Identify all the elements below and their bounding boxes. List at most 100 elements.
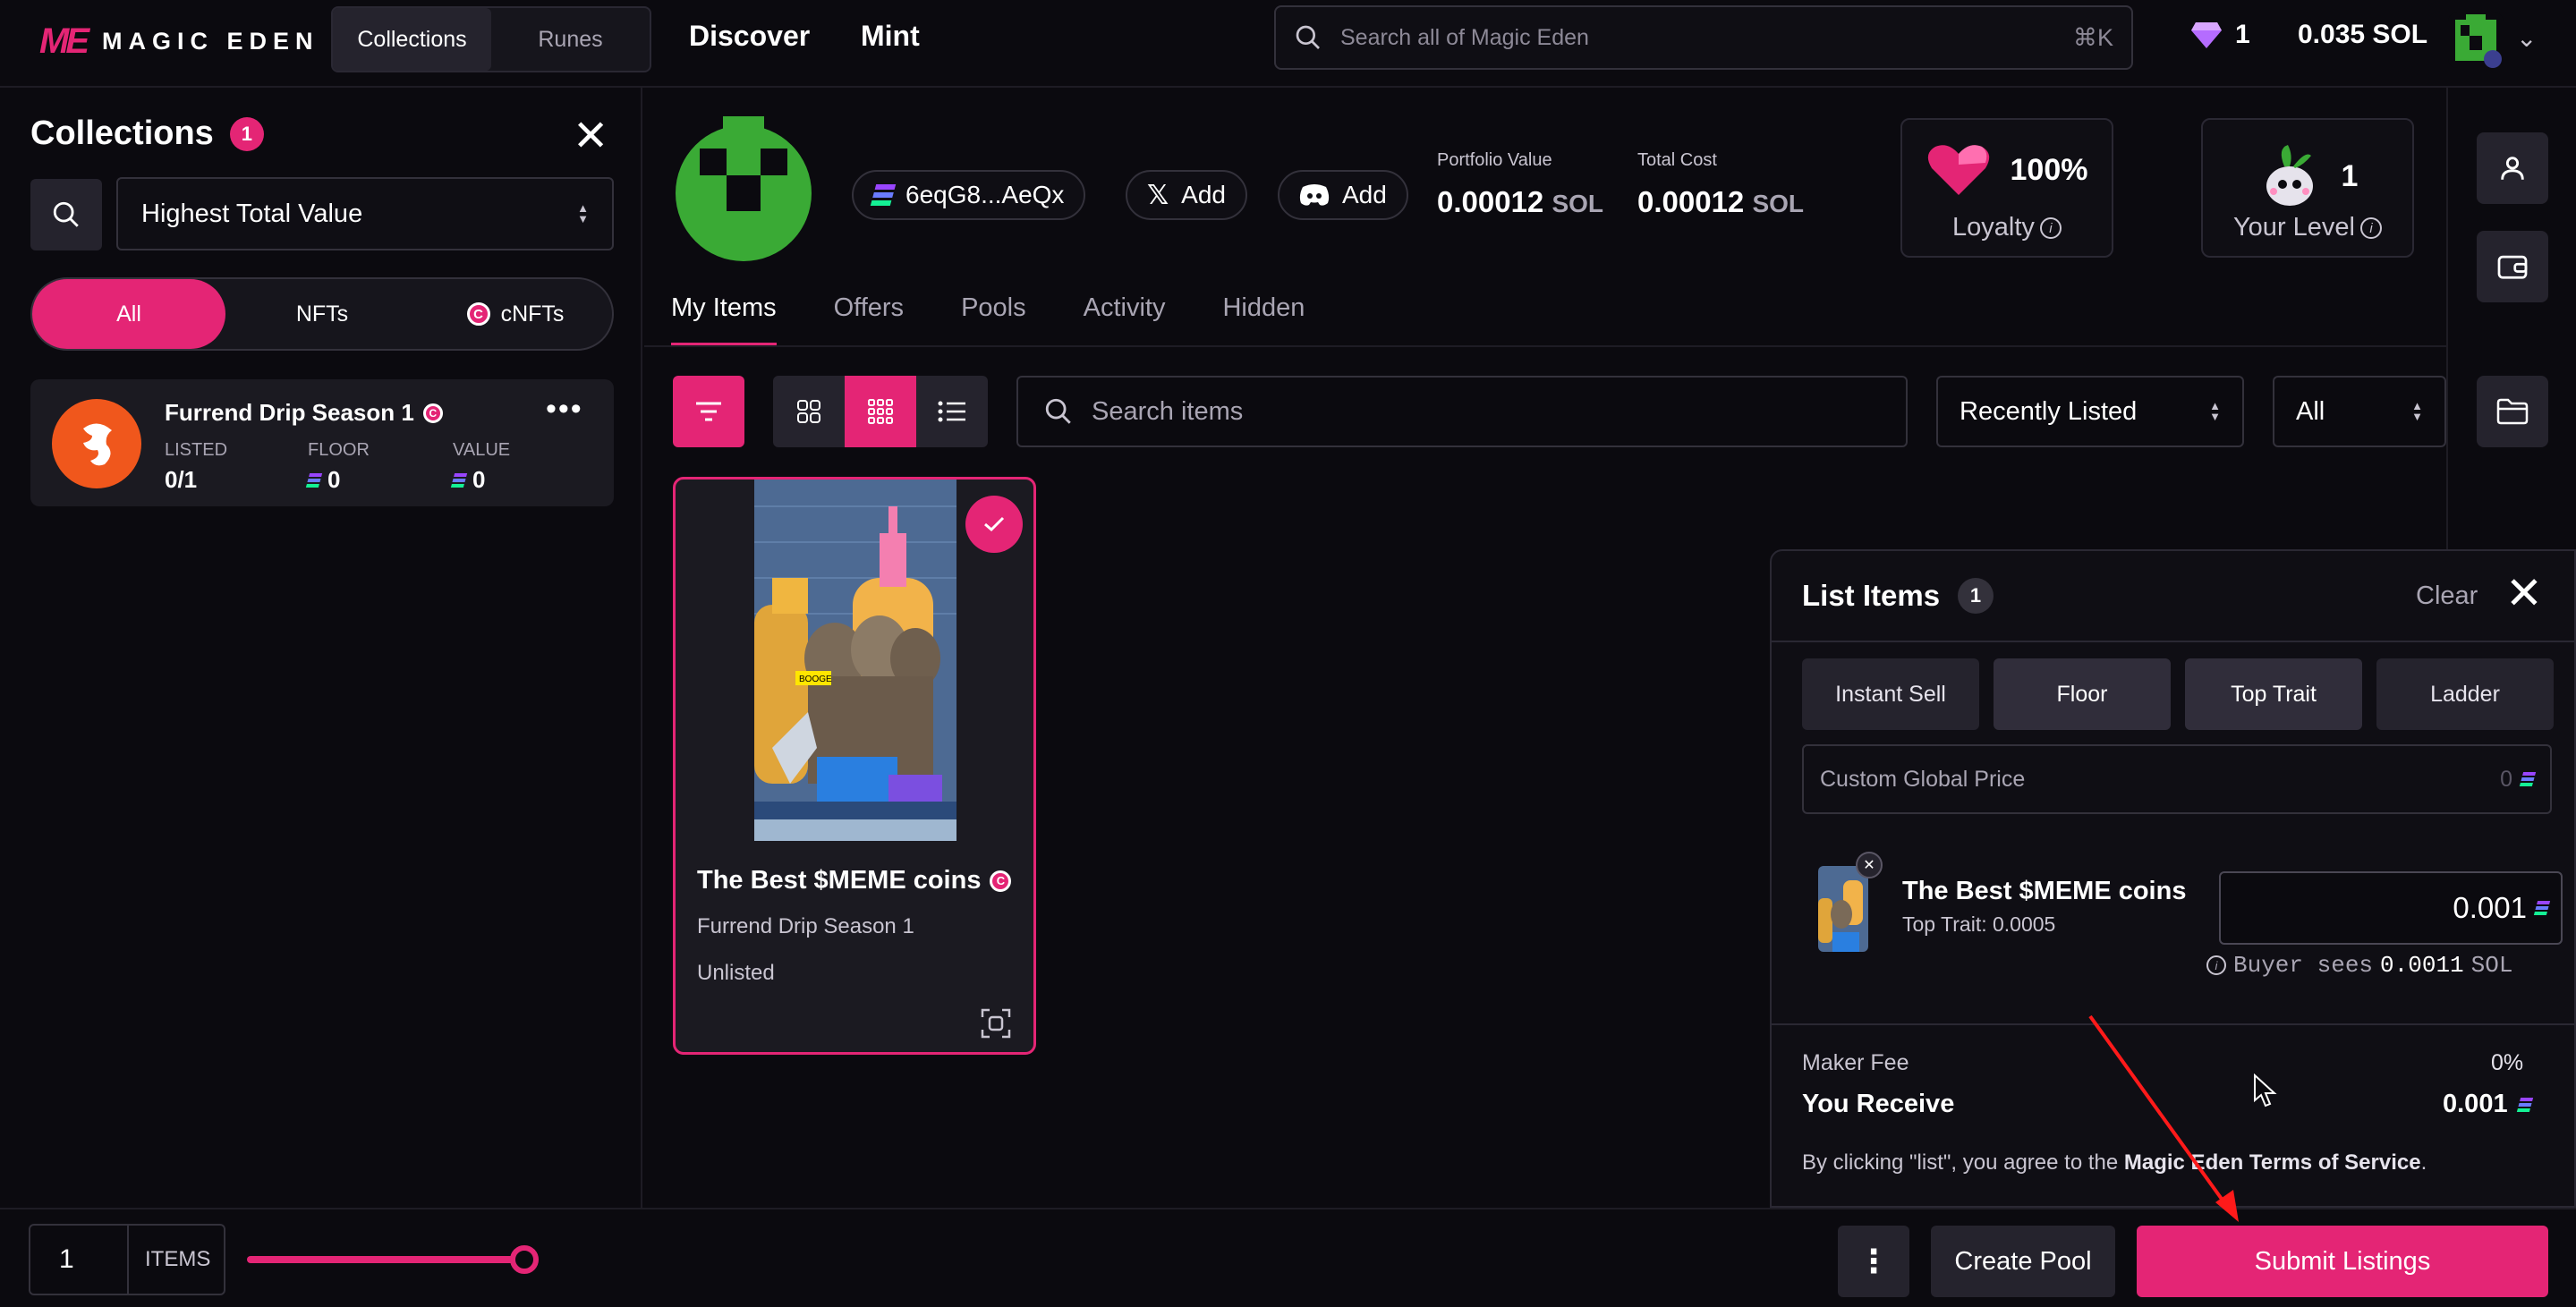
sol-icon — [2533, 901, 2551, 915]
tab-cnfts-label: cNFTs — [500, 301, 565, 327]
create-pool-button[interactable]: Create Pool — [1931, 1226, 2115, 1297]
more-options-icon[interactable]: ••• — [546, 392, 583, 427]
tab-activity[interactable]: Activity — [1084, 293, 1166, 347]
items-label: ITEMS — [145, 1247, 211, 1271]
list-items-header: List Items 1 — [1802, 578, 1994, 614]
search-icon — [1045, 398, 1071, 424]
tab-all[interactable]: All — [32, 279, 225, 349]
view-mode-toggle — [773, 376, 988, 447]
compressed-icon: C — [422, 403, 443, 423]
tab-cnfts[interactable]: CcNFTs — [419, 279, 612, 349]
total-cost-label: Total Cost — [1637, 150, 1717, 170]
selected-check-icon[interactable] — [965, 496, 1023, 553]
items-sort-select[interactable]: Recently Listed ▲ ▼ — [1936, 376, 2244, 447]
stat-listed-value: 0/1 — [165, 466, 198, 493]
items-search-input[interactable] — [1092, 396, 1881, 427]
solana-icon — [870, 184, 897, 206]
info-icon[interactable]: i — [2359, 217, 2382, 240]
add-discord-button[interactable]: Add — [1278, 170, 1408, 220]
stat-value-label: VALUE — [453, 440, 511, 460]
info-icon[interactable]: i — [2206, 955, 2226, 975]
heart-icon — [1927, 145, 1989, 195]
tab-my-items[interactable]: My Items — [671, 293, 777, 347]
collection-sort-select[interactable]: Highest Total Value ▲ ▼ — [116, 177, 614, 250]
switch-collections[interactable]: Collections — [333, 8, 491, 71]
terms-suffix: . — [2420, 1150, 2427, 1175]
tab-offers[interactable]: Offers — [834, 293, 904, 347]
custom-global-price-label: Custom Global Price — [1820, 766, 2026, 792]
tab-nfts[interactable]: NFTs — [225, 279, 419, 349]
more-actions-button[interactable]: ⋮ — [1838, 1226, 1909, 1297]
listing-price-input[interactable] — [2258, 891, 2527, 925]
expand-icon[interactable] — [980, 1007, 1012, 1040]
sol-icon — [2516, 1097, 2533, 1112]
global-search: ⌘K — [1274, 5, 2133, 70]
nft-sign-text: BOOGE — [799, 675, 832, 684]
custom-global-price-field[interactable]: Custom Global Price 0 — [1802, 744, 2552, 814]
sol-balance[interactable]: 0.035 SOL — [2298, 20, 2427, 50]
profile-rail-button[interactable] — [2477, 132, 2548, 204]
updown-icon: ▲ ▼ — [577, 201, 589, 225]
wallet-address-pill[interactable]: 6eqG8...AeQx — [852, 170, 1086, 220]
stat-listed-label: LISTED — [165, 440, 228, 460]
floor-button[interactable]: Floor — [1994, 658, 2171, 730]
quantity-slider-track[interactable] — [247, 1256, 528, 1263]
you-receive-label: You Receive — [1802, 1090, 1955, 1118]
folder-button[interactable] — [2477, 376, 2548, 447]
nav-mint[interactable]: Mint — [861, 20, 920, 53]
user-icon — [2501, 157, 2524, 180]
close-icon[interactable]: ✕ — [2505, 567, 2543, 619]
collection-card[interactable]: Furrend Drip Season 1 C ••• LISTED 0/1 FL… — [30, 379, 614, 506]
maker-fee-label: Maker Fee — [1802, 1050, 1909, 1075]
level-mascot-icon — [2266, 145, 2313, 206]
tab-hidden[interactable]: Hidden — [1222, 293, 1305, 347]
collections-count-badge: 1 — [229, 116, 264, 151]
chevron-down-icon[interactable]: ⌄ — [2516, 23, 2537, 53]
stat-floor: FLOOR 0 — [305, 440, 370, 494]
magic-eden-logo[interactable]: ME MAGIC EDEN — [39, 21, 319, 62]
stat-value-value: 0 — [472, 466, 486, 493]
search-shortcut: ⌘K — [2072, 23, 2113, 51]
instant-sell-button[interactable]: Instant Sell — [1802, 658, 1979, 730]
folder-icon — [2496, 398, 2529, 425]
total-cost: Total Cost 0.00012 SOL — [1637, 150, 1804, 219]
updown-icon: ▲ ▼ — [2209, 399, 2221, 423]
user-avatar[interactable] — [2448, 13, 2504, 68]
listing-item-thumbnail — [1818, 866, 1868, 952]
sol-icon — [2519, 772, 2537, 786]
remove-item-icon[interactable]: ✕ — [1856, 852, 1883, 878]
nav-discover[interactable]: Discover — [689, 20, 810, 53]
nft-card[interactable]: BOOGE The Best $MEME coins C Furrend Drip… — [673, 477, 1036, 1055]
price-mode-buttons: Instant Sell Floor Top Trait Ladder — [1802, 658, 2554, 730]
clear-button[interactable]: Clear — [2416, 581, 2478, 611]
gem-counter[interactable]: 1 — [2190, 20, 2250, 50]
collections-title: Collections 1 — [30, 115, 264, 153]
top-trait-button[interactable]: Top Trait — [2185, 658, 2362, 730]
level-card[interactable]: 1 Your Level i — [2201, 118, 2414, 258]
nft-name: The Best $MEME coins C — [697, 866, 1012, 895]
loyalty-card[interactable]: 100% Loyalty i — [1900, 118, 2113, 258]
view-large-grid[interactable] — [773, 376, 845, 447]
nft-type-tabs: All NFTs CcNFTs — [30, 277, 614, 351]
items-filter-select[interactable]: All ▲ ▼ — [2273, 376, 2446, 447]
view-small-grid[interactable] — [845, 376, 916, 447]
ladder-button[interactable]: Ladder — [2376, 658, 2554, 730]
sidebar-search-button[interactable] — [30, 179, 102, 250]
view-list[interactable] — [916, 376, 988, 447]
global-search-input[interactable] — [1340, 24, 2055, 51]
switch-runes[interactable]: Runes — [491, 8, 650, 71]
level-label: Your Level — [2233, 213, 2355, 242]
quantity-slider-handle[interactable] — [510, 1245, 539, 1274]
filter-button[interactable] — [673, 376, 744, 447]
add-discord-label: Add — [1342, 181, 1387, 208]
custom-global-price-value: 0 — [2500, 766, 2512, 792]
wallet-rail-button[interactable] — [2477, 231, 2548, 302]
info-icon[interactable]: i — [2039, 217, 2062, 240]
add-x-button[interactable]: 𝕏 Add — [1126, 170, 1247, 220]
tab-pools[interactable]: Pools — [961, 293, 1026, 347]
profile-tabs: My Items Offers Pools Activity Hidden — [671, 293, 1305, 347]
submit-listings-button[interactable]: Submit Listings — [2137, 1226, 2548, 1297]
maker-fee-value: 0% — [2491, 1050, 2524, 1075]
quantity-input[interactable] — [30, 1226, 129, 1294]
close-icon[interactable]: ✕ — [573, 111, 608, 161]
